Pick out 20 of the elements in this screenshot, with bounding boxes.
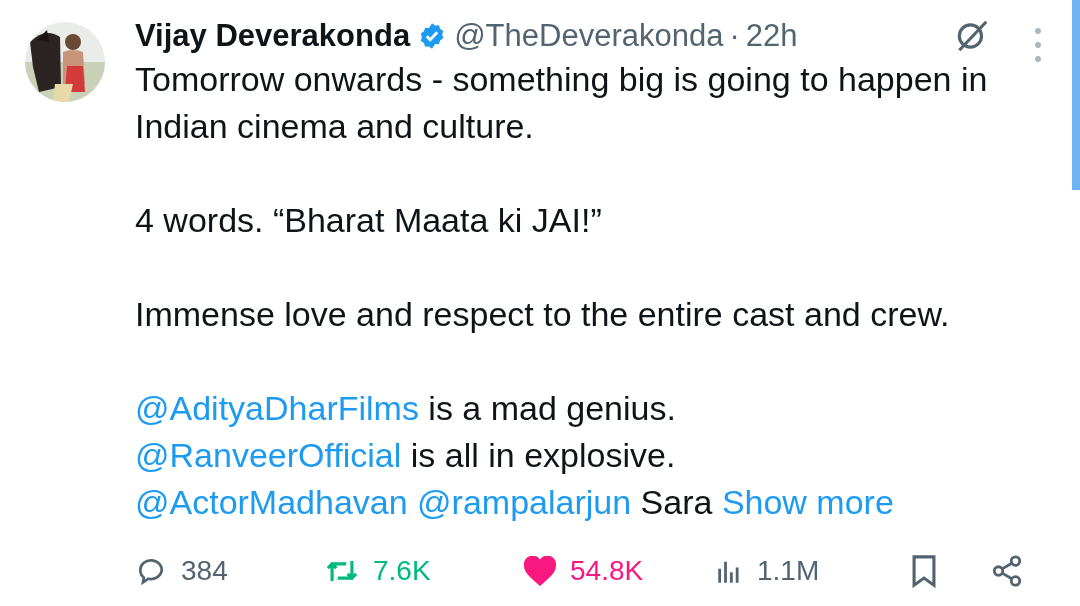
mention-link[interactable]: @RanveerOfficial xyxy=(135,436,402,474)
scrollbar[interactable] xyxy=(1072,0,1080,190)
separator: · xyxy=(729,18,740,54)
view-count: 1.1M xyxy=(757,555,820,587)
author-name[interactable]: Vijay Deverakonda xyxy=(135,18,411,54)
show-more-link[interactable]: Show more xyxy=(721,483,894,521)
reply-count: 384 xyxy=(181,555,228,587)
share-icon[interactable] xyxy=(990,554,1024,588)
post-paragraph: @AdityaDharFilms is a mad genius. @RanveerOfficial is all in explosive. @ActorMadhavan @rampalarjun Sara Show more xyxy=(135,388,895,523)
like-count: 54.8K xyxy=(570,555,644,587)
post-paragraph: Tomorrow onwards - something big is going to happen in Indian cinema and culture. xyxy=(135,59,989,147)
author-handle[interactable]: @TheDeverakonda xyxy=(454,18,724,54)
heart-icon[interactable] xyxy=(524,556,556,586)
repost-count: 7.6K xyxy=(373,555,431,587)
post-time[interactable]: 22h xyxy=(745,18,798,54)
post-paragraph: Immense love and respect to the entire cast and crew. xyxy=(135,294,951,335)
mention-link[interactable]: @ActorMadhavan xyxy=(135,483,408,521)
post-paragraph: 4 words. “Bharat Maata ki JAI!” xyxy=(135,200,603,241)
mention-link[interactable]: @rampalarjun xyxy=(417,483,632,521)
mention-link[interactable]: @AdityaDharFilms xyxy=(135,389,419,427)
